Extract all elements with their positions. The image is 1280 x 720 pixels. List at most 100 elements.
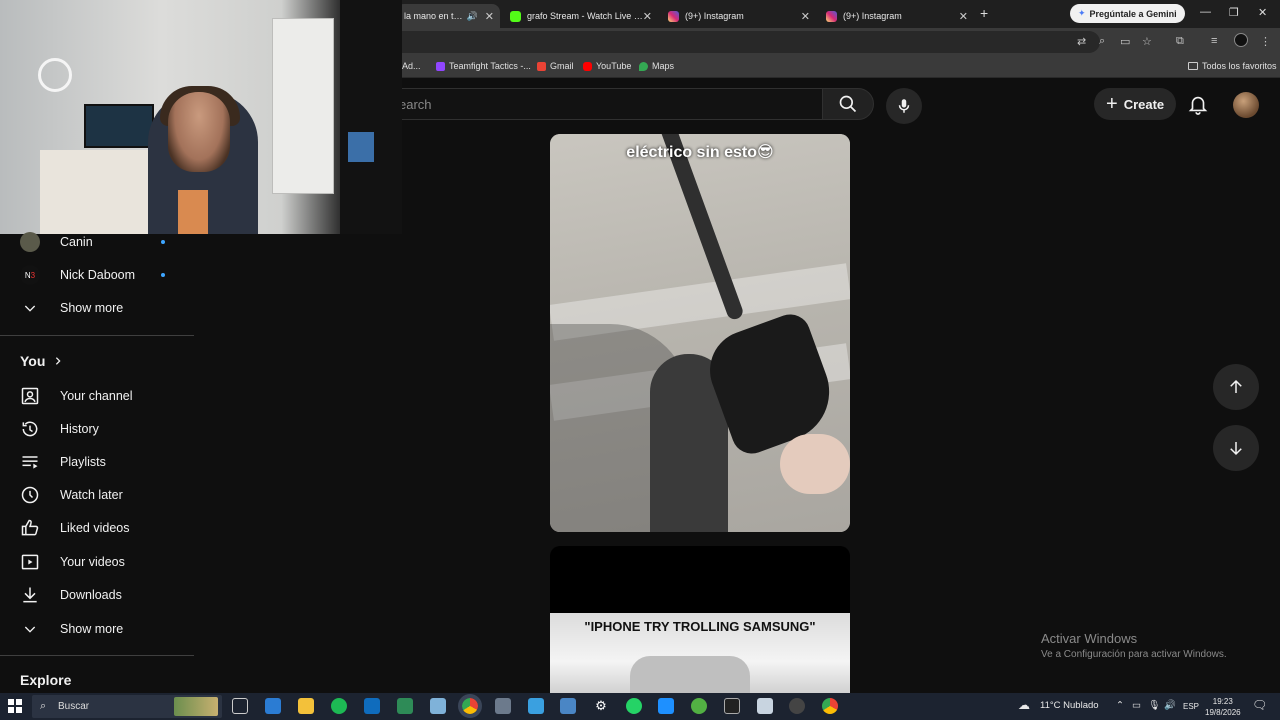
whatsapp-icon[interactable] [626,698,642,714]
close-tab-icon[interactable]: ✕ [801,10,810,23]
outlook-icon[interactable] [364,698,380,714]
user-box-icon [20,386,40,406]
restore-icon[interactable]: ❐ [1229,6,1239,19]
bookmark-item[interactable]: Maps [639,61,674,71]
sidebar-item-nick-daboom[interactable]: N3 Nick Daboom [0,258,194,292]
media-icon[interactable]: ≡ [1211,35,1217,47]
microphone-icon[interactable]: 🎙 [1148,700,1160,711]
file-explorer-icon[interactable] [298,698,314,714]
network-icon[interactable]: ▭ [1132,700,1141,711]
playlists-icon [20,452,40,472]
tab-title: (9+) Instagram [843,11,902,21]
browser-tab[interactable]: (9+) Instagram ✕ [818,4,974,28]
calculator-icon[interactable] [560,698,576,714]
taskbar-clock[interactable]: 19:23 19/8/2026 [1205,696,1241,718]
zoom-icon[interactable]: ⌕ [1099,35,1105,48]
bookmark-item[interactable]: YouTube [583,61,631,71]
account-avatar[interactable] [1233,92,1259,118]
close-tab-icon[interactable]: ✕ [485,10,494,23]
all-bookmarks[interactable]: Todos los favoritos [1188,61,1277,71]
sidebar-item-downloads[interactable]: Downloads [0,578,194,612]
microsoft-store-icon[interactable] [265,698,281,714]
chevron-right-icon [56,357,61,365]
bookmark-item[interactable]: Teamfight Tactics -... [436,61,531,71]
profile-icon[interactable] [1234,33,1248,47]
search-highlight-image [174,697,218,716]
bookmark-item[interactable]: Gmail [537,61,574,71]
app-icon[interactable] [658,698,674,714]
sidebar-item-watch-later[interactable]: Watch later [0,478,194,512]
voice-search-button[interactable] [886,88,922,124]
address-bar[interactable] [330,31,1100,53]
sidebar-item-your-channel[interactable]: Your channel [0,379,194,413]
gemini-icon: ✦ [1078,8,1086,18]
short-video-player[interactable]: "IPHONE TRY TROLLING SAMSUNG" [550,546,850,694]
webcam-door [272,18,334,194]
close-window-icon[interactable]: ✕ [1258,6,1267,19]
thumb-up-icon [20,518,40,538]
create-button[interactable]: + Create [1094,88,1177,120]
short-video-player[interactable]: eléctrico sin esto😎 [550,134,850,532]
sidebar-item-label: Show more [60,301,124,315]
extensions-icon[interactable]: ⧉ [1176,35,1184,48]
sidebar-item-your-videos[interactable]: Your videos [0,545,194,579]
sidebar-item-canin[interactable]: Canin [0,225,194,259]
search-button[interactable] [822,88,874,120]
chrome-icon[interactable] [822,698,838,714]
task-view-icon[interactable] [232,698,248,714]
app-icon[interactable] [495,698,511,714]
create-label: Create [1123,96,1165,112]
you-section-header[interactable]: You [20,353,63,369]
minimize-icon[interactable]: — [1200,6,1211,18]
app-icon[interactable] [757,698,773,714]
gemini-button[interactable]: ✦ Pregúntale a Gemini [1070,4,1185,23]
show-more-subscriptions[interactable]: Show more [0,291,194,325]
settings-icon[interactable]: ⚙ [593,698,609,714]
notifications-icon[interactable]: 🗨 [1252,698,1267,712]
volume-icon[interactable]: 🔊 [1164,700,1176,711]
cast-icon[interactable]: ▭ [1120,35,1130,48]
close-tab-icon[interactable]: ✕ [643,10,652,23]
xbox-icon[interactable] [691,698,707,714]
live-indicator [161,273,165,277]
app-icon[interactable] [528,698,544,714]
bookmark-star-icon[interactable]: ☆ [1142,35,1152,48]
browser-tab[interactable]: la mano en tu d 🔊 ✕ [396,4,500,28]
translate-icon[interactable]: ⇄ [1077,35,1086,48]
menu-kebab-icon[interactable]: ⋮ [1260,35,1271,48]
next-short-button[interactable] [1213,425,1259,471]
new-tab-button[interactable]: + [980,5,988,21]
microphone-icon [898,99,910,113]
bookmark-item[interactable]: Ad... [402,61,421,71]
taskbar-search-label: Buscar [58,701,90,712]
sidebar-item-label: Your videos [60,555,125,569]
sidebar-item-label: Show more [60,622,124,636]
windows-start-icon[interactable] [8,699,22,718]
sidebar-item-liked-videos[interactable]: Liked videos [0,511,194,545]
show-more-you[interactable]: Show more [0,612,194,646]
sidebar-item-playlists[interactable]: Playlists [0,445,194,479]
browser-tab[interactable]: (9+) Instagram ✕ [660,4,816,28]
chevron-up-icon[interactable]: ⌃ [1116,700,1124,711]
language-indicator[interactable]: ESP [1183,702,1199,711]
app-icon[interactable] [397,698,413,714]
spotify-icon[interactable] [331,698,347,714]
speaker-icon[interactable]: 🔊 [467,11,478,22]
bookmark-label: Ad... [402,61,421,71]
app-icon[interactable] [724,698,740,714]
windows-taskbar: ⌕ Buscar ⚙ ☁ 11°C Nublado ⌃ ▭ 🎙 🔊 ESP 19… [0,693,1280,720]
notifications-button[interactable] [1187,93,1209,120]
taskbar-search[interactable]: ⌕ Buscar [32,695,222,718]
sidebar-item-history[interactable]: History [0,412,194,446]
twitch-icon [436,61,445,71]
search-input[interactable]: earch [380,88,822,120]
app-icon[interactable] [789,698,805,714]
chrome-icon[interactable] [458,694,482,718]
instagram-icon [668,10,679,22]
channel-avatar [20,232,40,252]
close-tab-icon[interactable]: ✕ [959,10,968,23]
previous-short-button[interactable] [1213,364,1259,410]
weather-text[interactable]: 11°C Nublado [1040,700,1099,711]
app-icon[interactable] [430,698,446,714]
browser-tab[interactable]: grafo Stream - Watch Live on K ✕ [502,4,658,28]
